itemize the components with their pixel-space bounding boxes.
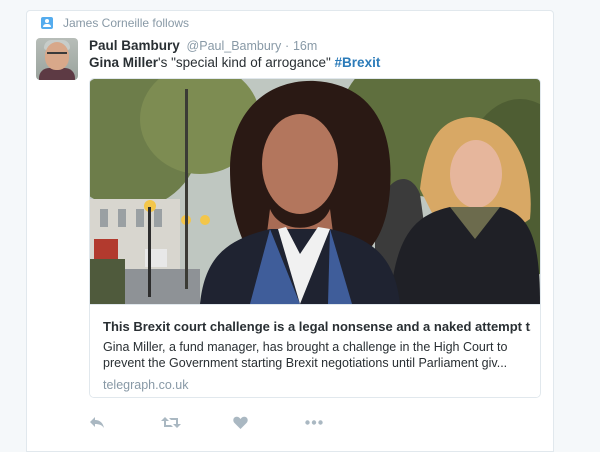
social-context: James Corneille follows: [41, 15, 189, 31]
card-description-line: Gina Miller, a fund manager, has brought…: [103, 340, 508, 354]
link-preview-card[interactable]: This Brexit court challenge is a legal n…: [89, 78, 541, 398]
header-separator: ·: [285, 39, 290, 53]
article-photo[interactable]: [90, 79, 540, 304]
follow-icon: [41, 17, 53, 29]
tweet-actions: [89, 414, 377, 430]
card-description: Gina Miller, a fund manager, has brought…: [103, 339, 531, 371]
card-description-line: prevent the Government starting Brexit n…: [103, 356, 508, 370]
author-handle[interactable]: @Paul_Bambury: [187, 39, 282, 53]
tweet-text: Gina Miller's "special kind of arrogance…: [89, 54, 380, 71]
tweet-header: Paul Bambury @Paul_Bambury · 16m: [89, 38, 317, 54]
tweet-timestamp[interactable]: 16m: [293, 39, 317, 53]
tweet-text-body: 's "special kind of arrogance": [158, 55, 335, 70]
reply-icon: [90, 416, 104, 428]
social-context-text[interactable]: James Corneille follows: [63, 16, 189, 30]
retweet-icon: [161, 416, 181, 428]
more-icon: [305, 419, 323, 425]
reply-button[interactable]: [89, 414, 161, 430]
like-icon: [233, 416, 248, 429]
article-photo-illustration: [90, 79, 540, 304]
more-button[interactable]: [305, 414, 377, 430]
like-button[interactable]: [233, 414, 305, 430]
card-title[interactable]: This Brexit court challenge is a legal n…: [103, 318, 531, 335]
hashtag-link[interactable]: #Brexit: [335, 55, 381, 70]
retweet-button[interactable]: [161, 414, 233, 430]
avatar-glasses: [47, 52, 67, 59]
card-body[interactable]: This Brexit court challenge is a legal n…: [90, 304, 540, 397]
avatar[interactable]: [36, 38, 78, 80]
card-domain[interactable]: telegraph.co.uk: [103, 378, 188, 392]
author-name[interactable]: Paul Bambury: [89, 38, 180, 53]
tweet-text-name: Gina Miller: [89, 55, 159, 70]
